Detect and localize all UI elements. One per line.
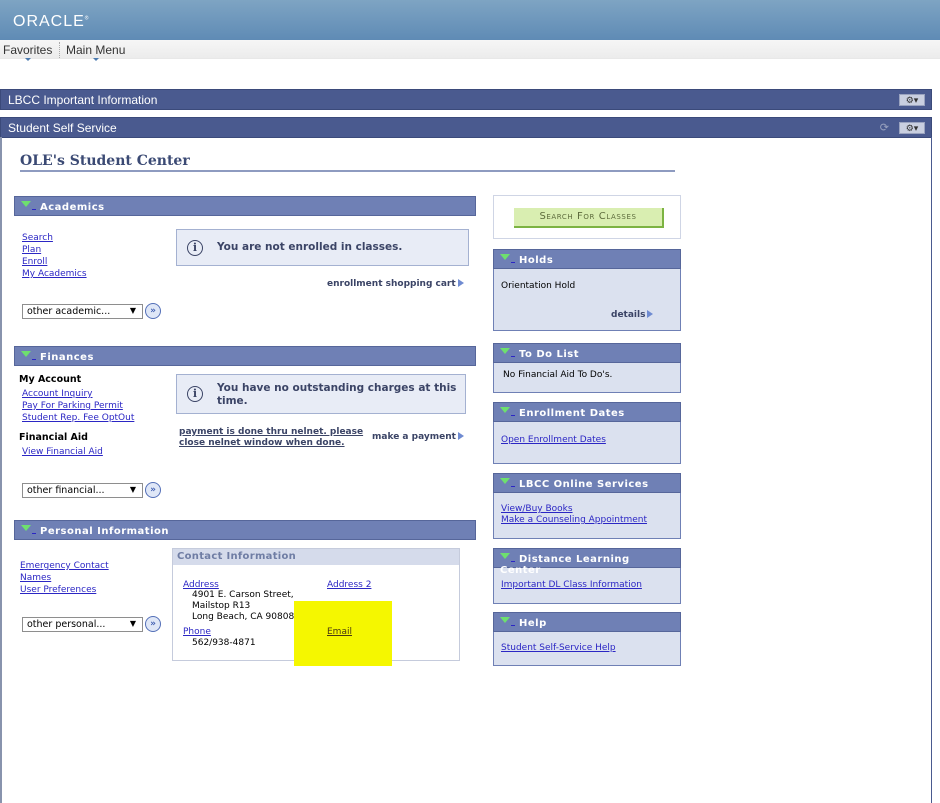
collapse-triangle-icon[interactable] (21, 351, 31, 357)
holds-header[interactable]: Holds (493, 249, 681, 269)
my-account-section: My Account Account Inquiry Pay For Parki… (19, 374, 134, 424)
link-enroll[interactable]: Enroll (22, 256, 87, 268)
gear-menu-button[interactable]: ⚙▾ (899, 122, 925, 134)
link-emergency-contact[interactable]: Emergency Contact (20, 560, 109, 572)
search-classes-container: Search For Classes (493, 195, 681, 239)
collapse-triangle-icon[interactable] (500, 478, 510, 484)
collapse-triangle-icon[interactable] (500, 407, 510, 413)
nav-favorites[interactable]: Favorites (3, 43, 52, 61)
address-text: 4901 E. Carson Street, Mailstop R13 Long… (192, 590, 295, 622)
link-dl-class-information[interactable]: Important DL Class Information (501, 580, 642, 591)
brand-bar: ORACLE® (0, 0, 940, 40)
financial-aid-section: Financial Aid View Financial Aid (19, 432, 103, 458)
play-arrow-icon (457, 432, 464, 440)
search-for-classes-button[interactable]: Search For Classes (514, 208, 664, 228)
play-arrow-icon (457, 279, 464, 287)
link-phone[interactable]: Phone (183, 627, 211, 638)
link-search[interactable]: Search (22, 232, 87, 244)
play-arrow-icon (647, 310, 654, 318)
financial-aid-label: Financial Aid (19, 432, 88, 443)
financial-go-button[interactable]: » (145, 482, 161, 498)
collapse-triangle-icon[interactable] (500, 553, 510, 559)
enrollment-shopping-cart-link[interactable]: enrollment shopping cart (327, 279, 464, 289)
nav-bar: Favorites Main Menu (0, 40, 940, 61)
contact-info-header: Contact Information (173, 549, 459, 565)
refresh-icon[interactable]: ⟳ (880, 121, 889, 134)
help-header[interactable]: Help (493, 612, 681, 632)
link-counseling-appointment[interactable]: Make a Counseling Appointment (501, 515, 647, 526)
enrollment-info-box: i You are not enrolled in classes. (176, 229, 469, 266)
pagelet-title: LBCC Important Information (8, 93, 158, 107)
chevron-down-icon (92, 58, 99, 61)
todo-panel: To Do List No Financial Aid To Do's. (493, 343, 681, 393)
info-icon: i (187, 240, 203, 256)
academic-go-button[interactable]: » (145, 303, 161, 319)
collapse-triangle-icon[interactable] (500, 348, 510, 354)
link-email[interactable]: Email (327, 627, 352, 638)
help-panel: Help Student Self-Service Help (493, 612, 681, 666)
other-academic-select[interactable]: other academic... ▼ (22, 304, 143, 319)
make-payment-link[interactable]: make a payment (372, 432, 464, 442)
link-view-buy-books[interactable]: View/Buy Books (501, 504, 647, 515)
collapse-triangle-icon[interactable] (21, 525, 31, 531)
link-names[interactable]: Names (20, 572, 109, 584)
charges-info-box: i You have no outstanding charges at thi… (176, 374, 466, 414)
link-address-2[interactable]: Address 2 (327, 580, 371, 591)
dropdown-arrow-icon: ▼ (129, 619, 136, 628)
holds-panel: Holds Orientation Hold details (493, 249, 681, 331)
enrollment-dates-header[interactable]: Enrollment Dates (493, 402, 681, 422)
personal-info-header[interactable]: Personal Information (14, 520, 476, 540)
link-pay-parking-permit[interactable]: Pay For Parking Permit (22, 400, 134, 412)
academics-links: Search Plan Enroll My Academics (22, 232, 87, 280)
phone-text: 562/938-4871 (192, 638, 256, 648)
online-services-panel: LBCC Online Services View/Buy Books Make… (493, 473, 681, 539)
enrollment-dates-panel: Enrollment Dates Open Enrollment Dates (493, 402, 681, 464)
personal-go-button[interactable]: » (145, 616, 161, 632)
title-divider (20, 170, 675, 172)
pagelet-title: Student Self Service (8, 121, 117, 135)
info-icon: i (187, 386, 203, 402)
pagelet-lbcc-important-info[interactable]: LBCC Important Information ⚙▾ (0, 89, 932, 110)
link-user-preferences[interactable]: User Preferences (20, 584, 109, 596)
dropdown-arrow-icon: ▼ (129, 485, 136, 494)
gear-menu-button[interactable]: ⚙▾ (899, 94, 925, 106)
todo-header[interactable]: To Do List (493, 343, 681, 363)
oracle-logo: ORACLE® (13, 13, 90, 30)
online-services-header[interactable]: LBCC Online Services (493, 473, 681, 493)
other-financial-select[interactable]: other financial... ▼ (22, 483, 143, 498)
other-personal-select[interactable]: other personal... ▼ (22, 617, 143, 632)
page-title: OLE's Student Center (20, 153, 190, 169)
my-account-label: My Account (19, 374, 82, 385)
collapse-triangle-icon[interactable] (21, 201, 31, 207)
link-self-service-help[interactable]: Student Self-Service Help (501, 643, 616, 654)
pagelet-student-self-service[interactable]: Student Self Service ⟳ ⚙▾ (0, 117, 932, 138)
finances-header[interactable]: Finances (14, 346, 476, 366)
link-my-academics[interactable]: My Academics (22, 268, 87, 280)
chevron-down-icon (24, 58, 31, 61)
todo-item: No Financial Aid To Do's. (503, 370, 613, 380)
link-view-financial-aid[interactable]: View Financial Aid (22, 446, 103, 458)
nav-main-menu[interactable]: Main Menu (66, 43, 125, 61)
link-student-rep-fee-optout[interactable]: Student Rep. Fee OptOut (22, 412, 134, 424)
link-account-inquiry[interactable]: Account Inquiry (22, 388, 134, 400)
hold-item: Orientation Hold (501, 281, 576, 291)
holds-details-link[interactable]: details (611, 310, 654, 320)
link-open-enrollment-dates[interactable]: Open Enrollment Dates (501, 435, 606, 446)
nelnet-payment-note[interactable]: payment is done thru nelnet. please close… (179, 427, 363, 449)
distance-learning-header[interactable]: Distance Learning Center (493, 548, 681, 576)
dropdown-arrow-icon: ▼ (129, 306, 136, 315)
academics-header[interactable]: Academics (14, 196, 476, 216)
link-plan[interactable]: Plan (22, 244, 87, 256)
personal-links: Emergency Contact Names User Preferences (20, 560, 109, 596)
collapse-triangle-icon[interactable] (500, 617, 510, 623)
nav-divider (59, 42, 60, 58)
collapse-triangle-icon[interactable] (500, 254, 510, 260)
distance-learning-panel: Distance Learning Center Important DL Cl… (493, 548, 681, 604)
